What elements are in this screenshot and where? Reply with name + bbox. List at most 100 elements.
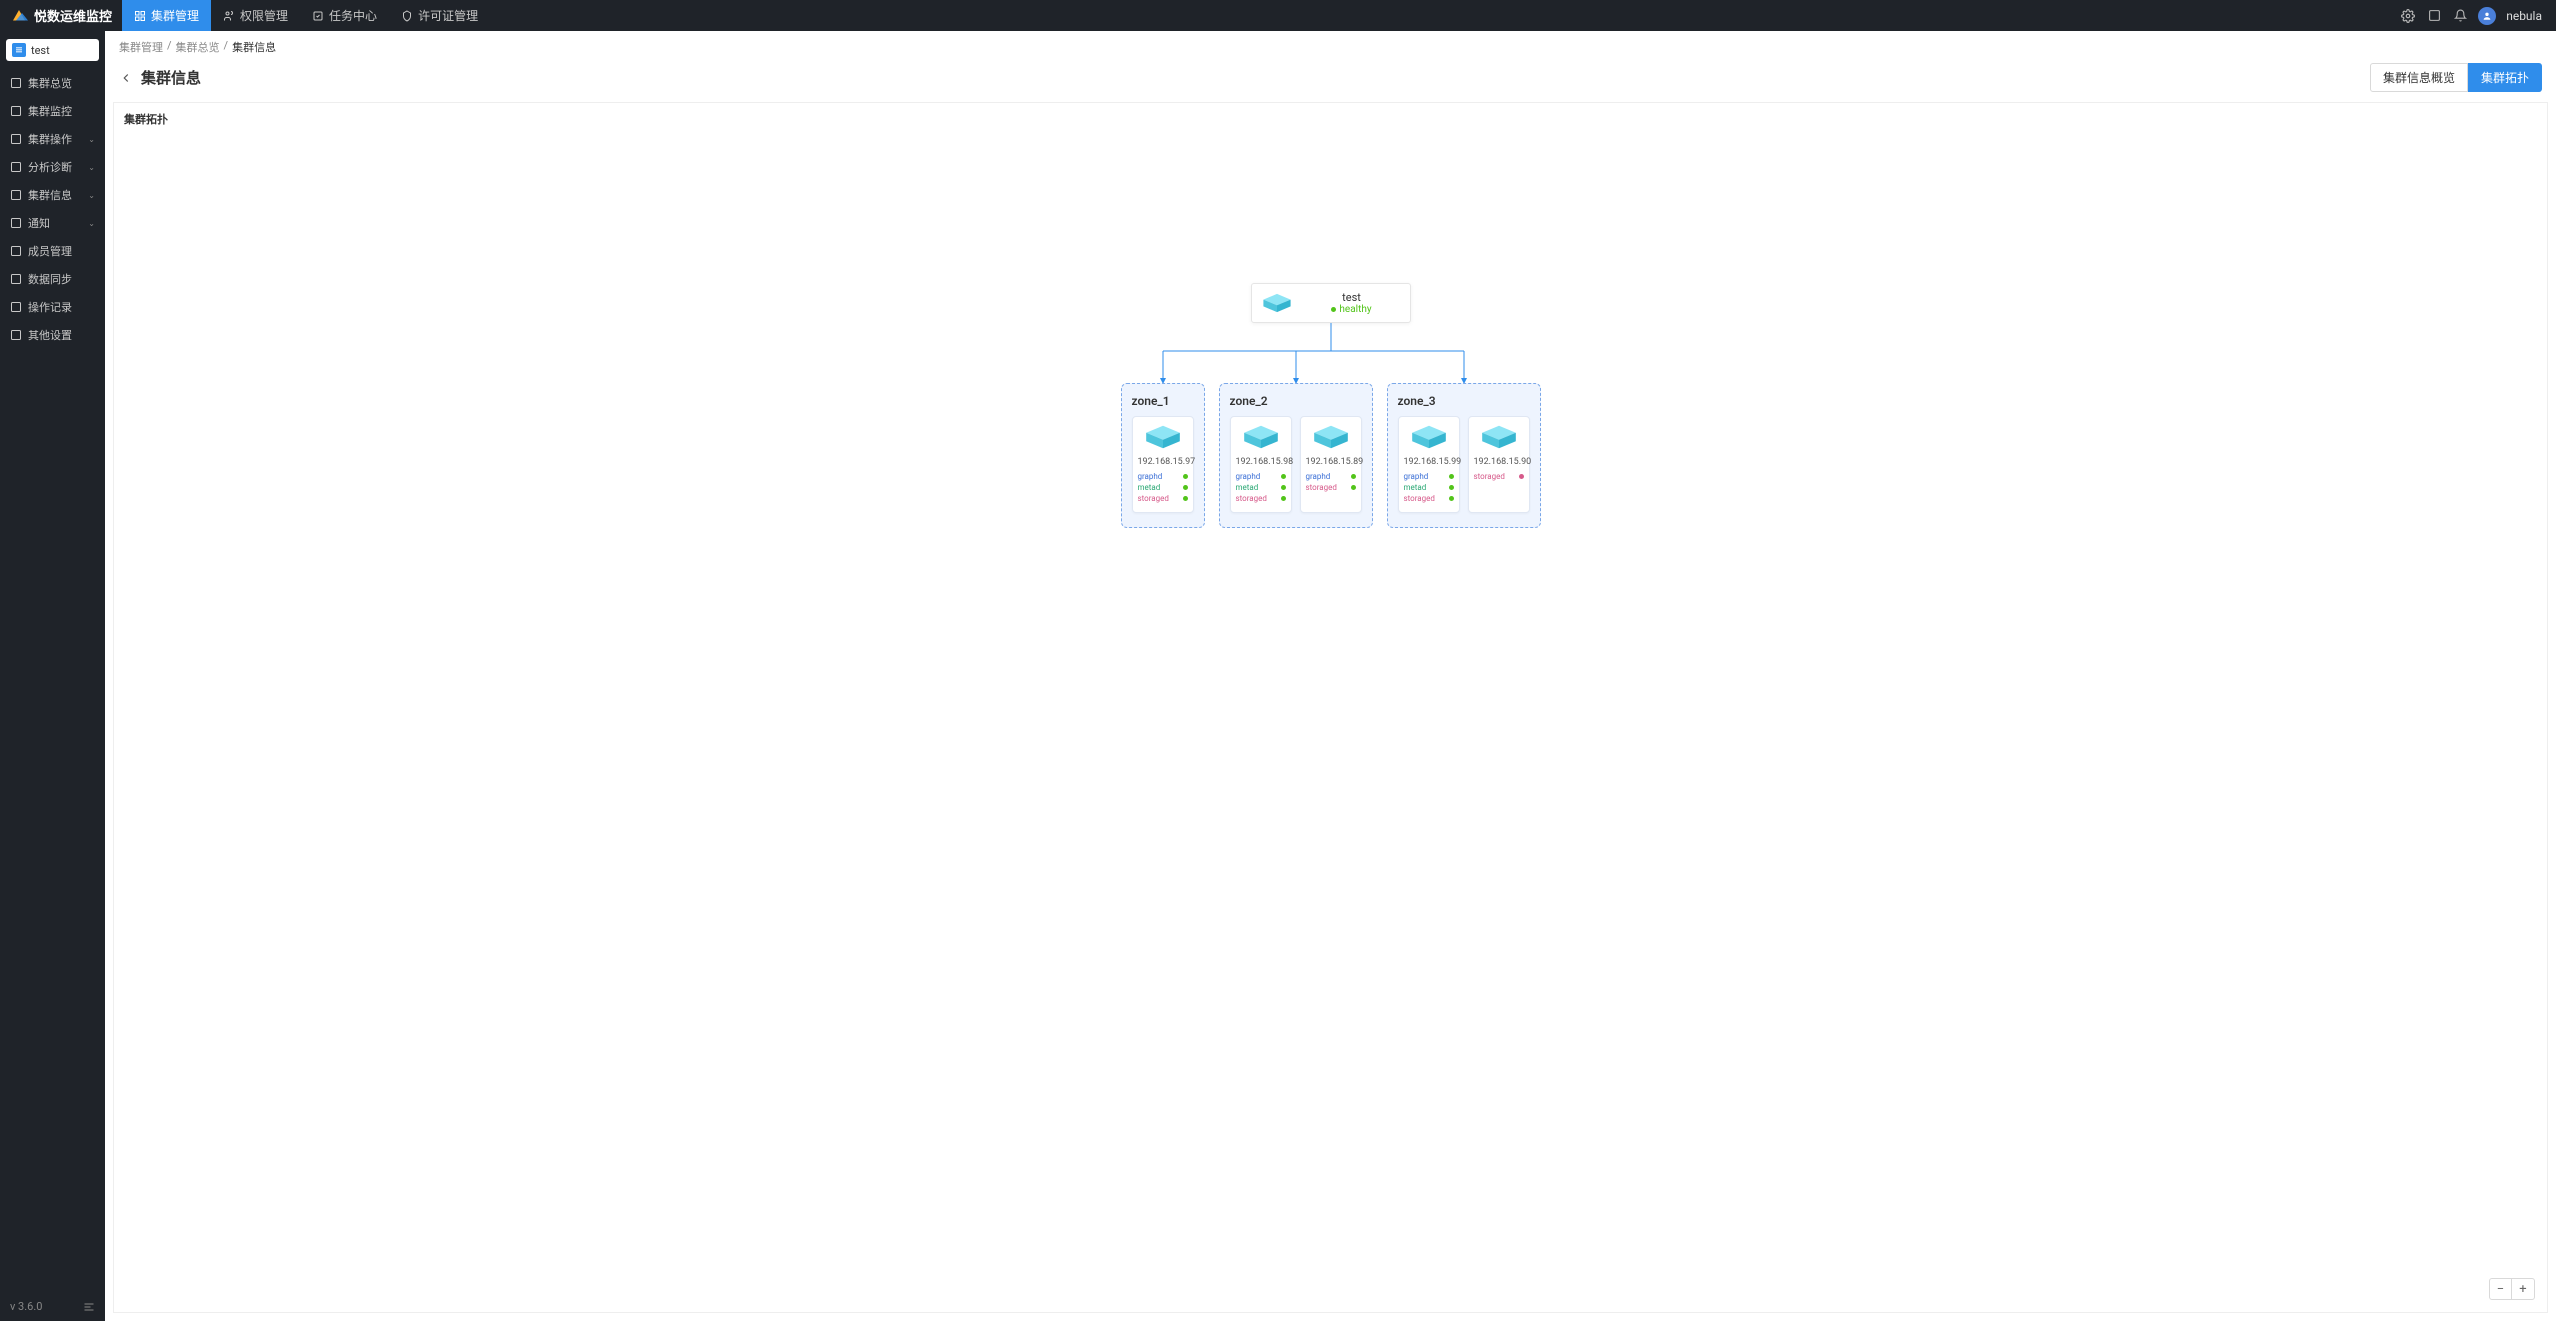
zone-title: zone_2 bbox=[1230, 394, 1362, 408]
host-icon bbox=[1475, 423, 1523, 451]
zone-1[interactable]: zone_2 192.168.15.98 graphd metad storaged 19… bbox=[1219, 383, 1373, 528]
view-tabs: 集群信息概览集群拓扑 bbox=[2370, 63, 2542, 92]
menu-item-icon bbox=[10, 245, 22, 257]
sidebar-item-4[interactable]: 集群信息⌄ bbox=[0, 181, 105, 209]
menu-item-label: 集群监控 bbox=[28, 103, 72, 119]
sidebar-item-6[interactable]: 成员管理 bbox=[0, 237, 105, 265]
nav-tab-label: 权限管理 bbox=[240, 7, 288, 24]
bell-icon[interactable] bbox=[2452, 8, 2468, 24]
sidebar-menu: 集群总览集群监控集群操作⌄分析诊断⌄集群信息⌄通知⌄成员管理数据同步操作记录其他… bbox=[0, 69, 105, 1292]
host-node[interactable]: 192.168.15.99graphdmetadstoraged bbox=[1398, 416, 1460, 513]
sidebar-item-3[interactable]: 分析诊断⌄ bbox=[0, 153, 105, 181]
zone-2[interactable]: zone_3192.168.15.99graphdmetadstoraged19… bbox=[1387, 383, 1541, 528]
zoom-in-button[interactable]: + bbox=[2512, 1279, 2534, 1299]
list-icon bbox=[12, 43, 26, 57]
menu-item-icon bbox=[10, 105, 22, 117]
status-dot-icon bbox=[1519, 474, 1524, 479]
brand-logo-icon bbox=[10, 7, 28, 25]
sidebar-item-5[interactable]: 通知⌄ bbox=[0, 209, 105, 237]
service-name: metad bbox=[1236, 483, 1259, 492]
status-dot-icon bbox=[1183, 474, 1188, 479]
chevron-down-icon: ⌄ bbox=[88, 191, 95, 200]
menu-item-label: 成员管理 bbox=[28, 243, 72, 259]
nav-tab-icon bbox=[223, 10, 235, 22]
cluster-name: test bbox=[31, 44, 50, 57]
menu-item-label: 数据同步 bbox=[28, 271, 72, 287]
host-node[interactable]: 192.168.15.89graphdstoraged bbox=[1300, 416, 1362, 513]
nav-tab-0[interactable]: 集群管理 bbox=[122, 0, 211, 31]
expand-icon[interactable] bbox=[2426, 8, 2442, 24]
cluster-selector[interactable]: test bbox=[6, 39, 99, 61]
service-row: graphd bbox=[1404, 471, 1454, 482]
breadcrumb-item-1[interactable]: 集群总览 bbox=[176, 39, 220, 55]
zone-0[interactable]: zone_1192.168.15.97graphdmetadstoraged bbox=[1121, 383, 1205, 528]
service-name: storaged bbox=[1474, 472, 1505, 481]
chevron-down-icon: ⌄ bbox=[88, 135, 95, 144]
topology-zones: zone_1192.168.15.97graphdmetadstoragedzo… bbox=[1121, 383, 1541, 528]
zone-title: zone_3 bbox=[1398, 394, 1530, 408]
menu-item-icon bbox=[10, 77, 22, 89]
nav-tab-label: 集群管理 bbox=[151, 7, 199, 24]
section-label: 集群拓扑 bbox=[124, 111, 168, 127]
topology-connector bbox=[1121, 323, 1541, 383]
status-dot-icon bbox=[1351, 485, 1356, 490]
page-header: 集群信息 集群信息概览集群拓扑 bbox=[105, 59, 2556, 102]
service-name: storaged bbox=[1138, 494, 1169, 503]
menu-item-icon bbox=[10, 329, 22, 341]
sidebar-item-8[interactable]: 操作记录 bbox=[0, 293, 105, 321]
view-tab-1[interactable]: 集群拓扑 bbox=[2468, 63, 2542, 92]
nav-right: nebula bbox=[2400, 7, 2556, 25]
menu-item-label: 通知 bbox=[28, 215, 50, 231]
menu-item-icon bbox=[10, 161, 22, 173]
service-row: storaged bbox=[1138, 493, 1188, 504]
sidebar: test 集群总览集群监控集群操作⌄分析诊断⌄集群信息⌄通知⌄成员管理数据同步操… bbox=[0, 31, 105, 1321]
service-row: storaged bbox=[1236, 493, 1286, 504]
status-dot-icon bbox=[1281, 496, 1286, 501]
nav-tab-icon bbox=[312, 10, 324, 22]
host-node[interactable]: 192.168.15.90storaged bbox=[1468, 416, 1530, 513]
service-name: graphd bbox=[1404, 472, 1429, 481]
sidebar-item-0[interactable]: 集群总览 bbox=[0, 69, 105, 97]
menu-item-icon bbox=[10, 217, 22, 229]
settings-icon[interactable] bbox=[2400, 8, 2416, 24]
menu-item-icon bbox=[10, 301, 22, 313]
back-arrow-icon[interactable] bbox=[119, 71, 133, 85]
nav-tab-1[interactable]: 权限管理 bbox=[211, 0, 300, 31]
nav-tab-3[interactable]: 许可证管理 bbox=[389, 0, 490, 31]
sidebar-item-7[interactable]: 数据同步 bbox=[0, 265, 105, 293]
service-row: metad bbox=[1236, 482, 1286, 493]
topology-canvas[interactable]: 集群拓扑 testhealthy zone_1192.168.15.97graph… bbox=[113, 102, 2548, 1313]
avatar[interactable] bbox=[2478, 7, 2496, 25]
menu-item-label: 集群操作 bbox=[28, 131, 72, 147]
topology-root-node[interactable]: testhealthy bbox=[1251, 283, 1411, 323]
status-dot-icon bbox=[1281, 474, 1286, 479]
host-ip: 192.168.15.98 bbox=[1236, 457, 1286, 467]
view-tab-0[interactable]: 集群信息概览 bbox=[2370, 63, 2468, 92]
sidebar-item-1[interactable]: 集群监控 bbox=[0, 97, 105, 125]
host-ip: 192.168.15.99 bbox=[1404, 457, 1454, 467]
nav-tab-label: 许可证管理 bbox=[418, 7, 478, 24]
nav-tab-2[interactable]: 任务中心 bbox=[300, 0, 389, 31]
sidebar-footer: v 3.6.0 bbox=[0, 1292, 105, 1321]
zoom-controls: − + bbox=[2489, 1278, 2535, 1300]
menu-item-icon bbox=[10, 189, 22, 201]
breadcrumb-item-0[interactable]: 集群管理 bbox=[119, 39, 163, 55]
nav-tab-icon bbox=[401, 10, 413, 22]
collapse-icon[interactable] bbox=[83, 1301, 95, 1313]
sidebar-item-2[interactable]: 集群操作 ⌄ bbox=[0, 125, 105, 153]
host-node[interactable]: 192.168.15.97graphdmetadstoraged bbox=[1132, 416, 1194, 513]
status-dot-icon bbox=[1183, 485, 1188, 490]
status-dot-icon bbox=[1183, 496, 1188, 501]
host-icon bbox=[1307, 423, 1355, 451]
top-navbar: 悦数运维监控 集群管理权限管理任务中心许可证管理 nebula bbox=[0, 0, 2556, 31]
status-dot-icon bbox=[1351, 474, 1356, 479]
sidebar-item-9[interactable]: 其他设置 bbox=[0, 321, 105, 349]
service-row: storaged bbox=[1404, 493, 1454, 504]
cluster-icon bbox=[1260, 286, 1294, 320]
zoom-out-button[interactable]: − bbox=[2490, 1279, 2512, 1299]
host-node[interactable]: 192.168.15.98graphdmetadstoraged bbox=[1230, 416, 1292, 513]
service-row: metad bbox=[1138, 482, 1188, 493]
service-row: graphd bbox=[1306, 471, 1356, 482]
menu-item-label: 分析诊断 bbox=[28, 159, 72, 175]
service-name: storaged bbox=[1236, 494, 1267, 503]
